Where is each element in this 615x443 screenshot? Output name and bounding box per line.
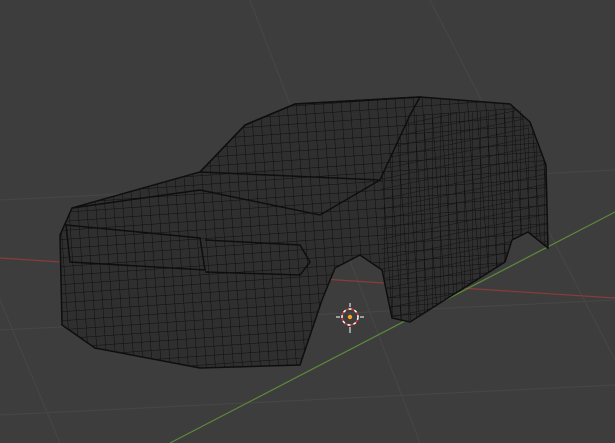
viewport-canvas[interactable] (0, 0, 615, 443)
car-wireframe-mesh[interactable] (59, 96, 549, 369)
object-origin (347, 314, 353, 320)
3d-viewport[interactable] (0, 0, 615, 443)
